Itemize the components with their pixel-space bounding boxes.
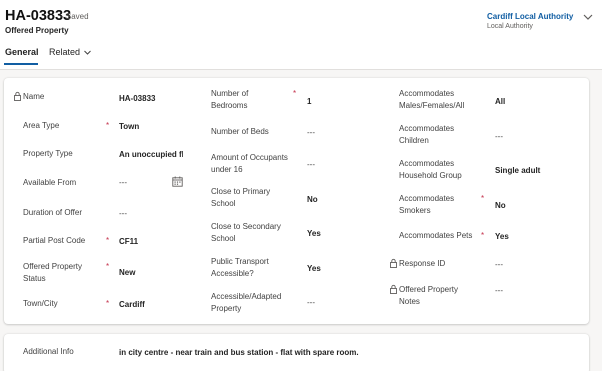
lock-icon bbox=[390, 258, 397, 268]
save-status: - Saved bbox=[61, 12, 89, 21]
close-to-secondary-label: School bbox=[211, 234, 236, 243]
accommodates-children-value[interactable]: --- bbox=[495, 131, 535, 142]
tab-general[interactable]: General bbox=[5, 47, 39, 57]
response-id-value[interactable]: --- bbox=[495, 259, 535, 270]
amount-of-occupants-value[interactable]: --- bbox=[307, 159, 347, 170]
accommodates-pets-label: Accommodates Pets bbox=[399, 231, 473, 240]
accommodates-gender-label: Accommodates bbox=[399, 89, 455, 98]
owner-link[interactable]: Cardiff Local Authority bbox=[487, 12, 573, 21]
name-label: Name bbox=[23, 92, 45, 101]
accommodates-household-value[interactable]: Single adult bbox=[495, 165, 585, 176]
name-value[interactable]: HA-03833 bbox=[119, 93, 189, 104]
town-city-label: Town/City bbox=[23, 299, 58, 308]
chevron-down-icon[interactable] bbox=[581, 10, 595, 24]
accommodates-smokers-label: Accommodates bbox=[399, 194, 455, 203]
accessible-property-label: Accessible/Adapted bbox=[211, 292, 282, 301]
public-transport-value[interactable]: Yes bbox=[307, 263, 367, 274]
number-of-bedrooms-label: Bedrooms bbox=[211, 101, 248, 110]
accommodates-gender-value[interactable]: All bbox=[495, 96, 575, 107]
accommodates-gender-label: Males/Females/All bbox=[399, 101, 465, 110]
accommodates-smokers-value[interactable]: No bbox=[495, 200, 555, 211]
tab-related[interactable]: Related bbox=[49, 47, 80, 57]
close-to-primary-label: School bbox=[211, 199, 236, 208]
accommodates-smokers-label: Smokers bbox=[399, 206, 431, 215]
required-indicator: * bbox=[481, 194, 485, 203]
number-of-beds-label: Number of Beds bbox=[211, 127, 269, 136]
calendar-icon[interactable] bbox=[172, 176, 183, 187]
public-transport-label: Accessible? bbox=[211, 269, 254, 278]
available-from-label: Available From bbox=[23, 178, 77, 187]
duration-of-offer-label: Duration of Offer bbox=[23, 208, 82, 217]
close-to-primary-value[interactable]: No bbox=[307, 194, 367, 205]
required-indicator: * bbox=[293, 89, 297, 98]
number-of-bedrooms-value[interactable]: 1 bbox=[307, 96, 367, 107]
duration-of-offer-value[interactable]: --- bbox=[119, 208, 159, 219]
property-type-label: Property Type bbox=[23, 149, 73, 158]
accessible-property-value[interactable]: --- bbox=[307, 297, 347, 308]
required-indicator: * bbox=[481, 231, 485, 240]
additional-info-label: Additional Info bbox=[23, 347, 74, 356]
required-indicator: * bbox=[106, 236, 110, 245]
required-indicator: * bbox=[106, 262, 110, 271]
close-to-secondary-value[interactable]: Yes bbox=[307, 228, 367, 239]
required-indicator: * bbox=[106, 121, 110, 130]
response-id-label: Response ID bbox=[399, 259, 446, 268]
property-type-value[interactable]: An unoccupied fla bbox=[119, 149, 183, 160]
additional-info-value[interactable]: in city centre - near train and bus stat… bbox=[119, 347, 579, 358]
offered-property-status-value[interactable]: New bbox=[119, 267, 189, 278]
tab-selected-indicator bbox=[4, 63, 38, 65]
accommodates-household-label: Accommodates bbox=[399, 159, 455, 168]
area-type-value[interactable]: Town bbox=[119, 121, 189, 132]
required-indicator: * bbox=[106, 299, 110, 308]
offered-property-status-label: Offered Property bbox=[23, 262, 82, 271]
lock-icon bbox=[14, 91, 21, 101]
number-of-bedrooms-label: Number of bbox=[211, 89, 249, 98]
accessible-property-label: Property bbox=[211, 304, 242, 313]
partial-post-code-label: Partial Post Code bbox=[23, 236, 86, 245]
offered-property-notes-value[interactable]: --- bbox=[495, 285, 535, 296]
owner-type: Local Authority bbox=[487, 23, 533, 30]
offered-property-status-label: Status bbox=[23, 274, 46, 283]
accommodates-children-label: Children bbox=[399, 136, 429, 145]
area-type-label: Area Type bbox=[23, 121, 60, 130]
close-to-secondary-label: Close to Secondary bbox=[211, 222, 281, 231]
number-of-beds-value[interactable]: --- bbox=[307, 127, 347, 138]
lock-icon bbox=[390, 284, 397, 294]
partial-post-code-value[interactable]: CF11 bbox=[119, 236, 189, 247]
chevron-down-icon[interactable] bbox=[83, 48, 92, 57]
entity-type: Offered Property bbox=[5, 26, 69, 35]
accommodates-pets-value[interactable]: Yes bbox=[495, 231, 555, 242]
offered-property-notes-label: Notes bbox=[399, 297, 420, 306]
close-to-primary-label: Close to Primary bbox=[211, 187, 271, 196]
public-transport-label: Public Transport bbox=[211, 257, 269, 266]
offered-property-notes-label: Offered Property bbox=[399, 285, 458, 294]
amount-of-occupants-label: under 16 bbox=[211, 165, 243, 174]
accommodates-children-label: Accommodates bbox=[399, 124, 455, 133]
amount-of-occupants-label: Amount of Occupants bbox=[211, 153, 288, 162]
record-header: HA-03833 - Saved Offered Property Cardif… bbox=[0, 0, 602, 70]
town-city-value[interactable]: Cardiff bbox=[119, 299, 189, 310]
available-from-value[interactable]: --- bbox=[119, 177, 159, 188]
accommodates-household-label: Household Group bbox=[399, 171, 462, 180]
